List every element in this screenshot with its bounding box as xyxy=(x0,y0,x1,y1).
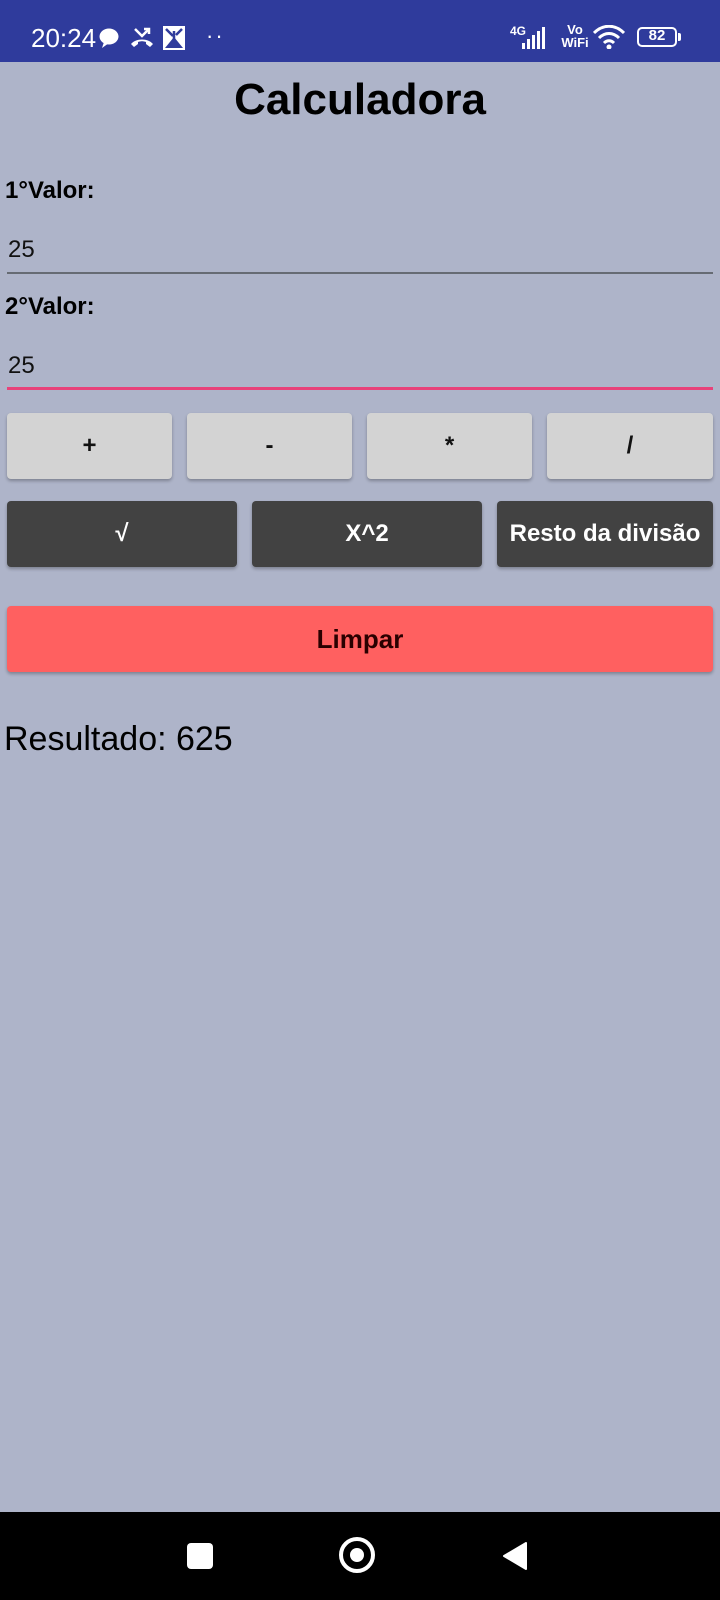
navigation-bar xyxy=(0,1512,720,1600)
square-button[interactable]: X^2 xyxy=(252,501,482,567)
result-text: Resultado: 625 xyxy=(4,720,233,758)
divide-button[interactable]: / xyxy=(547,413,713,479)
clear-button[interactable]: Limpar xyxy=(7,606,713,672)
second-value-label: 2°Valor: xyxy=(5,293,95,320)
page-title: Calculadora xyxy=(234,75,486,124)
status-time: 20:24 xyxy=(31,23,97,53)
more-notifications-dots: ·· xyxy=(206,23,225,48)
subtract-button[interactable]: - xyxy=(187,413,352,479)
second-value-input[interactable] xyxy=(7,344,713,390)
multiply-button[interactable]: * xyxy=(367,413,532,479)
vowifi-label: Vo WiFi xyxy=(561,22,589,50)
signal-bars-icon xyxy=(522,27,545,49)
add-button[interactable]: + xyxy=(7,413,172,479)
home-icon[interactable] xyxy=(339,1537,375,1573)
first-value-label: 1°Valor: xyxy=(5,177,95,204)
chat-bubble-icon xyxy=(99,28,119,48)
remainder-button[interactable]: Resto da divisão xyxy=(497,501,713,567)
wifi-icon xyxy=(593,25,625,49)
missed-call-icon xyxy=(131,27,153,47)
first-value-input[interactable] xyxy=(7,228,713,274)
back-icon[interactable] xyxy=(502,1541,528,1571)
recent-apps-icon[interactable] xyxy=(187,1543,213,1569)
battery-level: 82 xyxy=(648,27,666,44)
image-notification-icon xyxy=(163,26,185,50)
square-root-button[interactable]: √ xyxy=(7,501,237,567)
status-bar: 20:24 ·· 4G Vo WiFi 82 xyxy=(0,0,720,62)
battery-icon: 82 xyxy=(637,27,681,47)
